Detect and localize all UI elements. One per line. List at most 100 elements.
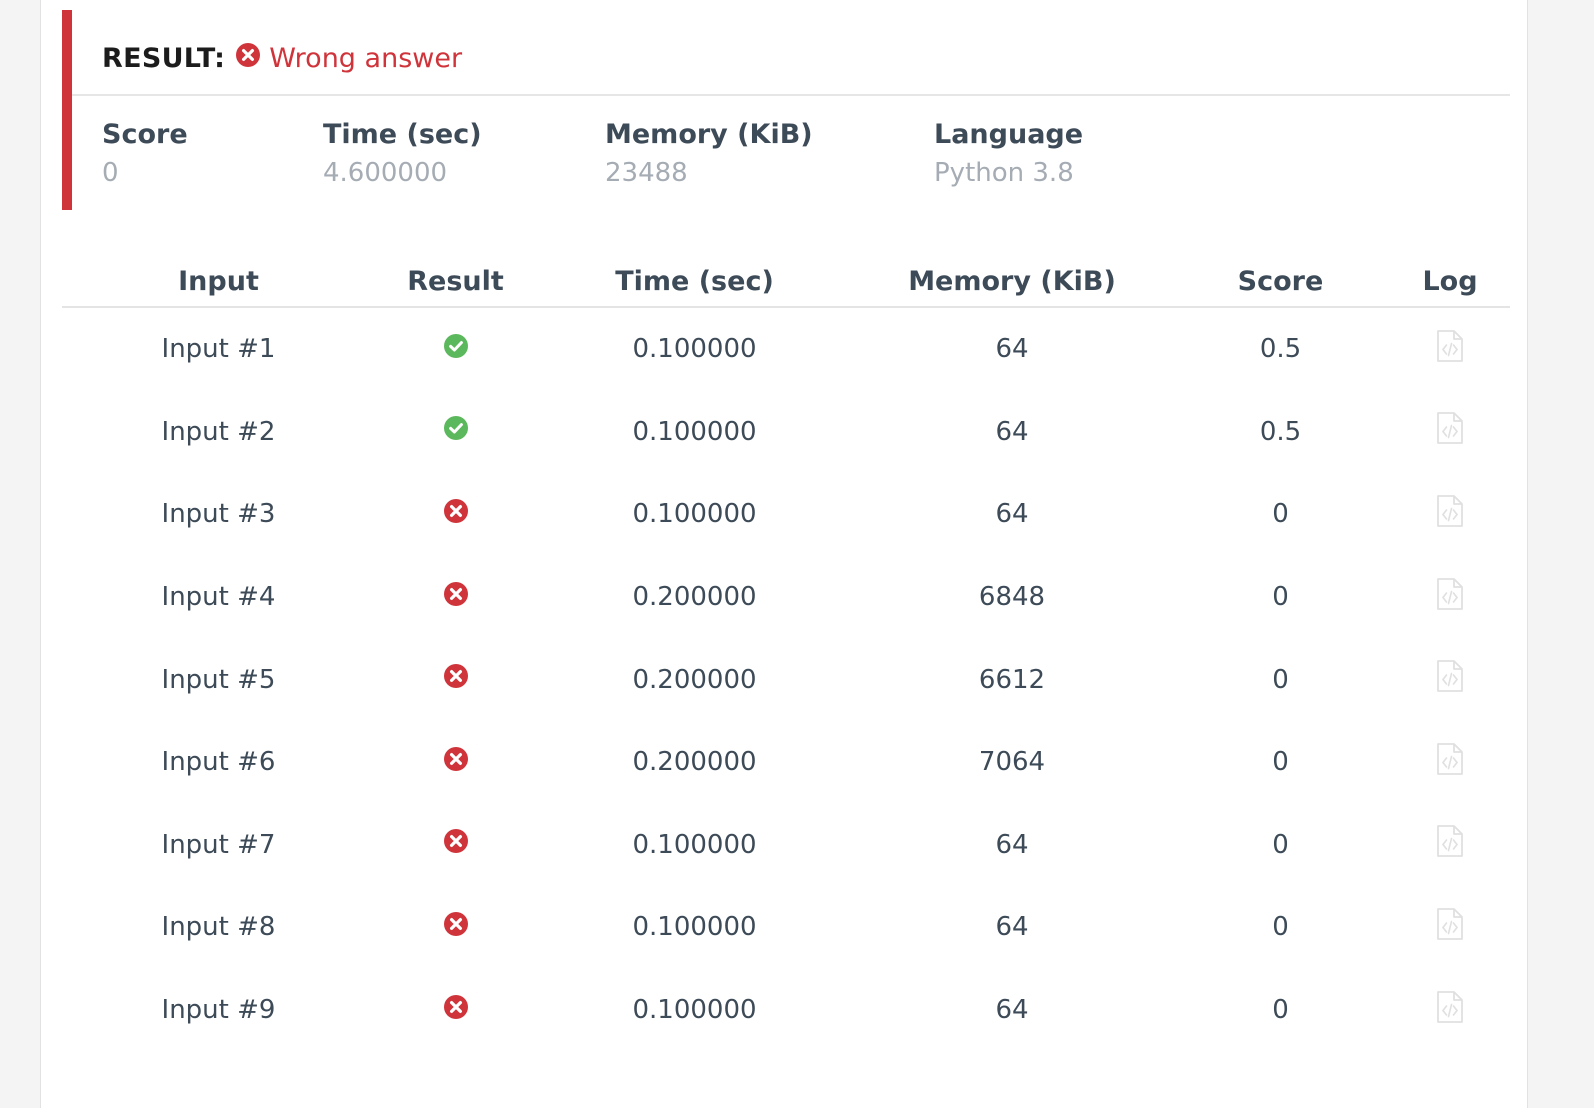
cell-memory: 64 xyxy=(995,995,1029,1026)
cell-score: 0 xyxy=(1272,499,1289,530)
column-header-log: Log xyxy=(1390,256,1510,308)
cell-log xyxy=(1390,804,1510,887)
table-row: Input #3 0.100000 64 0 xyxy=(62,473,1510,556)
cell-log xyxy=(1390,721,1510,804)
table-row: Input #8 0.100000 64 0 xyxy=(62,886,1510,969)
cell-input: Input #6 xyxy=(161,747,276,778)
cell-time: 0.200000 xyxy=(632,582,757,613)
cell-score: 0 xyxy=(1272,912,1289,943)
result-summary: RESULT: Wrong answer Score 0 Time (sec) … xyxy=(62,10,1510,210)
cell-time: 0.100000 xyxy=(632,334,757,365)
cell-result xyxy=(375,804,536,887)
cell-result xyxy=(375,473,536,556)
code-file-icon[interactable] xyxy=(1436,411,1464,445)
cell-score: 0 xyxy=(1272,747,1289,778)
cell-input: Input #8 xyxy=(161,912,276,943)
table-row: Input #7 0.100000 64 0 xyxy=(62,804,1510,887)
cell-input: Input #4 xyxy=(161,582,276,613)
code-file-icon[interactable] xyxy=(1436,907,1464,941)
code-file-icon[interactable] xyxy=(1436,742,1464,776)
stat-value: 4.600000 xyxy=(323,158,448,188)
cell-input: Input #5 xyxy=(161,664,276,695)
code-file-icon[interactable] xyxy=(1436,824,1464,858)
cell-result xyxy=(375,886,536,969)
stat-label: Score xyxy=(102,119,188,150)
code-file-icon[interactable] xyxy=(1436,659,1464,693)
code-file-icon[interactable] xyxy=(1436,494,1464,528)
divider xyxy=(72,94,1510,96)
table-row: Input #1 0.100000 64 0.5 xyxy=(62,307,1510,391)
cell-memory: 64 xyxy=(995,912,1029,943)
result-verdict: Wrong answer xyxy=(269,42,463,74)
column-header-time: Time (sec) xyxy=(536,256,853,308)
cell-result xyxy=(375,556,536,639)
cell-log xyxy=(1390,556,1510,639)
times-circle-icon xyxy=(443,911,468,936)
cell-memory: 64 xyxy=(995,416,1029,447)
cell-memory: 64 xyxy=(995,829,1029,860)
cell-log xyxy=(1390,969,1510,1052)
stat-label: Memory (KiB) xyxy=(605,119,813,150)
cell-time: 0.200000 xyxy=(632,664,757,695)
column-header-memory: Memory (KiB) xyxy=(853,256,1171,308)
cell-input: Input #3 xyxy=(161,499,276,530)
table-row: Input #9 0.100000 64 0 xyxy=(62,969,1510,1052)
cell-result xyxy=(375,969,536,1052)
times-circle-icon xyxy=(443,994,468,1019)
cell-memory: 64 xyxy=(995,499,1029,530)
times-circle-icon xyxy=(443,664,468,689)
test-results-table: Input Result Time (sec) Memory (KiB) Sco… xyxy=(62,256,1510,1051)
stat-label: Language xyxy=(934,119,1084,150)
times-circle-icon xyxy=(443,581,468,606)
stat-memory: Memory (KiB) 23488 xyxy=(605,118,813,190)
cell-score: 0.5 xyxy=(1259,334,1302,365)
column-header-score: Score xyxy=(1171,256,1390,308)
cell-log xyxy=(1390,638,1510,721)
cell-input: Input #2 xyxy=(161,416,276,447)
column-header-result: Result xyxy=(375,256,536,308)
times-circle-icon xyxy=(443,498,468,523)
cell-time: 0.100000 xyxy=(632,499,757,530)
stat-value: 0 xyxy=(102,158,119,188)
stat-value: Python 3.8 xyxy=(934,158,1074,188)
cell-time: 0.100000 xyxy=(632,912,757,943)
cell-log xyxy=(1390,391,1510,474)
stat-score: Score 0 xyxy=(102,118,188,190)
times-circle-icon xyxy=(443,746,468,771)
cell-result xyxy=(375,307,536,391)
cell-result xyxy=(375,721,536,804)
times-circle-icon xyxy=(236,42,261,74)
cell-memory: 6612 xyxy=(978,664,1046,695)
cell-time: 0.200000 xyxy=(632,747,757,778)
check-circle-icon xyxy=(443,333,468,358)
stat-value: 23488 xyxy=(605,158,688,188)
cell-score: 0 xyxy=(1272,664,1289,695)
code-file-icon[interactable] xyxy=(1436,990,1464,1024)
table-row: Input #6 0.200000 7064 0 xyxy=(62,721,1510,804)
stat-time: Time (sec) 4.600000 xyxy=(323,118,482,190)
cell-input: Input #1 xyxy=(161,334,276,365)
cell-result xyxy=(375,638,536,721)
cell-time: 0.100000 xyxy=(632,829,757,860)
cell-input: Input #9 xyxy=(161,995,276,1026)
result-status-bar xyxy=(62,10,72,210)
result-label: RESULT: xyxy=(102,42,226,74)
submission-card: RESULT: Wrong answer Score 0 Time (sec) … xyxy=(40,0,1528,1108)
cell-memory: 6848 xyxy=(978,582,1046,613)
times-circle-icon xyxy=(443,829,468,854)
check-circle-icon xyxy=(443,416,468,441)
cell-log xyxy=(1390,886,1510,969)
code-file-icon[interactable] xyxy=(1436,329,1464,363)
stat-language: Language Python 3.8 xyxy=(934,118,1083,190)
code-file-icon[interactable] xyxy=(1436,577,1464,611)
cell-time: 0.100000 xyxy=(632,995,757,1026)
stat-label: Time (sec) xyxy=(323,119,482,150)
cell-input: Input #7 xyxy=(161,829,276,860)
cell-score: 0 xyxy=(1272,829,1289,860)
cell-memory: 64 xyxy=(995,334,1029,365)
result-heading: RESULT: Wrong answer xyxy=(102,40,462,76)
table-row: Input #5 0.200000 6612 0 xyxy=(62,638,1510,721)
cell-memory: 7064 xyxy=(978,747,1046,778)
cell-log xyxy=(1390,473,1510,556)
cell-log xyxy=(1390,307,1510,391)
